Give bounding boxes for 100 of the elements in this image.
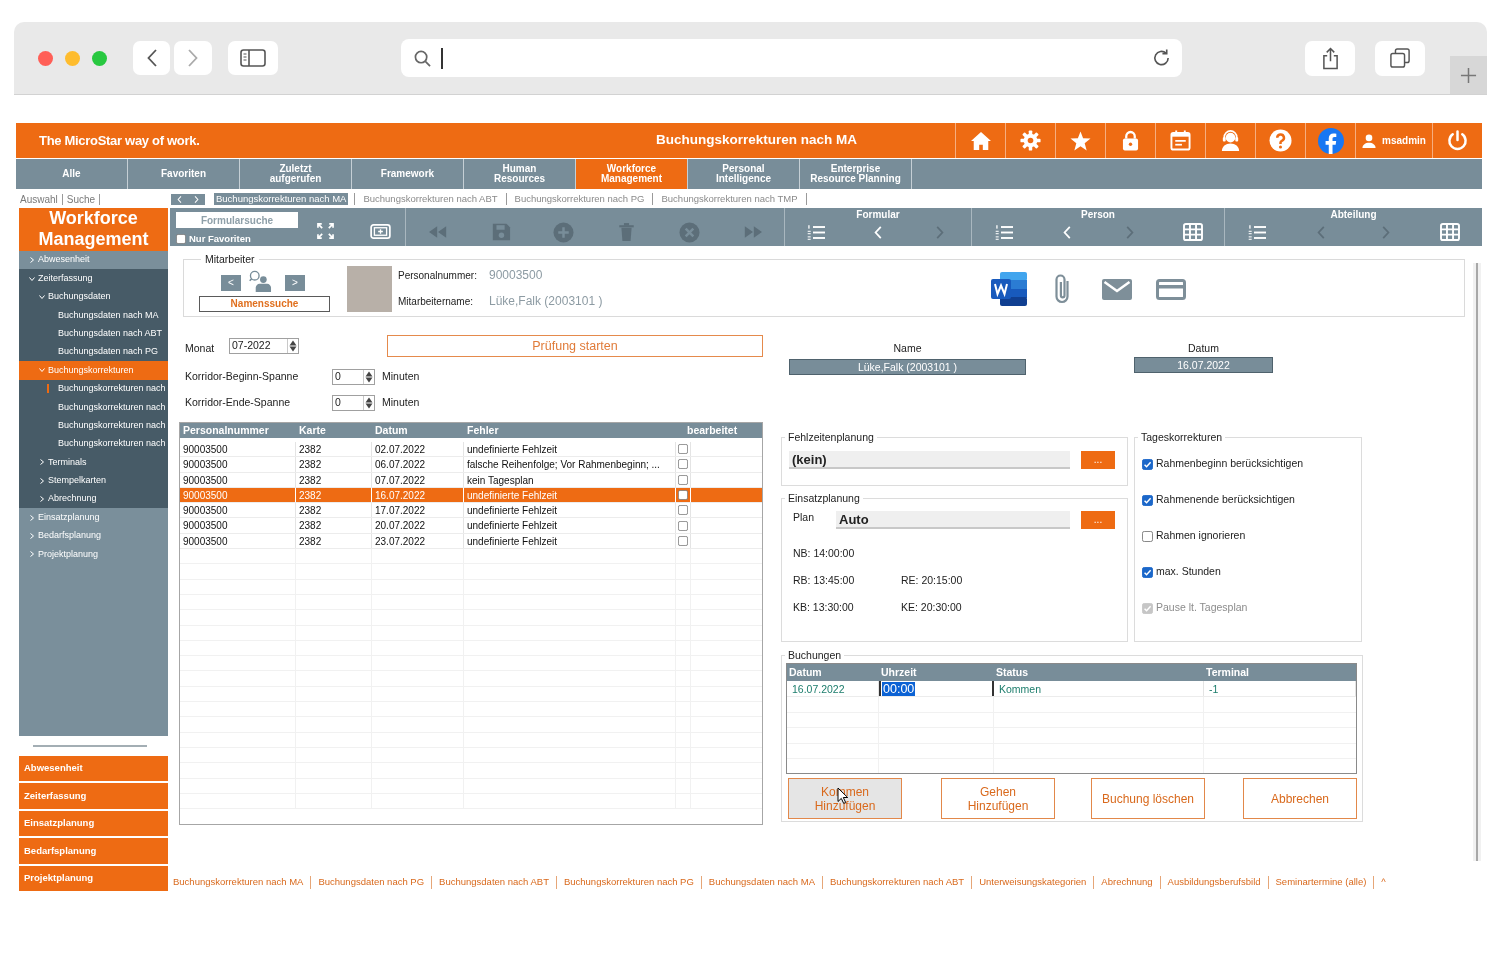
footer-link[interactable]: Unterweisungskategorien — [979, 876, 1087, 888]
table-row[interactable]: 90003500 2382 17.07.2022 undefinierte Fehlzeit — [180, 503, 762, 519]
option-checkbox[interactable] — [1142, 566, 1153, 578]
month-field[interactable]: 07-2022 — [229, 338, 299, 354]
subnav-link[interactable]: Auswahl — [16, 193, 63, 205]
numbered-list-icon[interactable] — [994, 223, 1013, 241]
sidebar-shortcut[interactable]: Projektplanung — [19, 865, 168, 891]
browse-button[interactable]: ... — [1081, 451, 1115, 469]
date-field[interactable]: 16.07.2022 — [1134, 357, 1273, 373]
footer-link[interactable]: Abrechnung — [1101, 876, 1153, 888]
person-search-icon[interactable] — [249, 269, 272, 292]
tree-item[interactable]: Terminals — [19, 453, 168, 472]
document-logo-icon[interactable] — [990, 270, 1028, 308]
grid-icon[interactable] — [1439, 223, 1460, 241]
tree-item[interactable]: Buchungskorrekturen nach — [19, 416, 168, 435]
user-button[interactable]: msadmin — [1355, 123, 1432, 158]
share-button[interactable] — [1305, 40, 1355, 76]
tree-item[interactable]: Buchungskorrekturen — [19, 361, 168, 380]
address-field[interactable] — [401, 39, 1182, 77]
minutes-field[interactable]: 0 — [332, 369, 375, 385]
tabs-button[interactable] — [1375, 40, 1425, 76]
sidebar-shortcut[interactable]: Abwesenheit — [19, 755, 168, 781]
sidebar-shortcut[interactable]: Zeiterfassung — [19, 783, 168, 809]
form-tab[interactable]: Buchungskorrekturen nach PG — [512, 193, 647, 205]
previous-form-button[interactable] — [171, 193, 188, 205]
browse-button[interactable]: ... — [1081, 511, 1115, 529]
table-row[interactable]: 90003500 2382 20.07.2022 undefinierte Fehlzeit — [180, 518, 762, 534]
row-checkbox[interactable] — [678, 505, 688, 516]
tree-item[interactable]: Buchungsdaten nach MA — [19, 306, 168, 325]
new-tab-button[interactable] — [1450, 56, 1487, 94]
footer-link[interactable]: ^ — [1381, 876, 1386, 888]
nav-tab[interactable]: Workforce Management — [576, 159, 688, 189]
form-tab[interactable]: Buchungskorrekturen nach TMP — [659, 193, 800, 205]
subnav-link[interactable]: Suche — [62, 193, 101, 205]
sidebar-shortcut[interactable]: Bedarfsplanung — [19, 838, 168, 864]
spin-down-icon[interactable] — [365, 403, 373, 409]
chevron-down-icon[interactable] — [39, 293, 45, 300]
tree-item[interactable]: Zeiterfassung — [19, 269, 168, 288]
chevron-down-icon[interactable] — [39, 367, 45, 374]
name-search-button[interactable]: Namenssuche — [199, 296, 330, 312]
option-checkbox[interactable] — [1142, 530, 1153, 542]
booking-button[interactable]: Buchung löschen — [1091, 778, 1205, 819]
grid-icon[interactable] — [1182, 223, 1203, 241]
row-checkbox[interactable] — [678, 459, 688, 470]
favorites-checkbox[interactable] — [176, 234, 186, 244]
footer-link[interactable]: Seminartermine (alle) — [1275, 876, 1367, 888]
row-checkbox[interactable] — [678, 444, 688, 455]
footer-link[interactable]: Buchungsdaten nach ABT — [439, 876, 549, 888]
option-checkbox[interactable] — [1142, 494, 1153, 506]
mail-icon[interactable] — [1102, 278, 1132, 300]
scrollbar[interactable] — [1473, 263, 1481, 861]
spin-down-icon[interactable] — [365, 377, 373, 383]
next-employee-button[interactable]: > — [285, 275, 305, 291]
booking-button[interactable]: Gehen Hinzufügen — [941, 778, 1055, 819]
spin-up-icon[interactable] — [365, 371, 373, 377]
time-input-field[interactable]: 00:00 — [879, 681, 994, 696]
row-checkbox[interactable] — [678, 520, 688, 531]
name-field[interactable]: Lüke,Falk (2003101 ) — [789, 359, 1026, 375]
table-row[interactable]: 90003500 2382 06.07.2022 falsche Reihenfolge; Vor Rahmenbeginn; ... — [180, 457, 762, 473]
spin-down-icon[interactable] — [289, 346, 297, 352]
table-row[interactable]: 90003500 2382 02.07.2022 undefinierte Fehlzeit — [180, 442, 762, 458]
sidebar-shortcut[interactable]: Einsatzplanung — [19, 810, 168, 836]
previous-employee-button[interactable]: < — [221, 275, 241, 291]
row-checkbox[interactable] — [678, 474, 688, 485]
spin-up-icon[interactable] — [289, 340, 297, 346]
tree-item[interactable]: Abrechnung — [19, 490, 168, 509]
numbered-list-icon[interactable] — [807, 223, 825, 241]
footer-link[interactable]: Buchungsdaten nach PG — [318, 876, 425, 888]
fullscreen-icon[interactable] — [317, 223, 334, 239]
new-window-icon[interactable] — [370, 224, 391, 239]
minutes-field[interactable]: 0 — [332, 395, 375, 411]
table-row[interactable]: 90003500 2382 07.07.2022 kein Tagesplan — [180, 472, 762, 488]
footer-link[interactable]: Ausbildungsberufsbild — [1167, 876, 1261, 888]
close-window-icon[interactable] — [38, 50, 53, 66]
absence-field[interactable]: (kein) — [789, 451, 1070, 469]
spin-up-icon[interactable] — [365, 397, 373, 403]
option-checkbox[interactable] — [1142, 458, 1153, 470]
footer-link[interactable]: Buchungskorrekturen nach PG — [563, 876, 694, 888]
chevron-down-icon[interactable] — [29, 275, 35, 282]
form-search-field[interactable]: Formularsuche — [176, 212, 298, 228]
footer-link[interactable]: Buchungskorrekturen nach MA — [173, 876, 304, 888]
zoom-window-icon[interactable] — [92, 50, 107, 66]
paperclip-icon[interactable] — [1053, 273, 1071, 305]
forward-button[interactable] — [174, 41, 212, 75]
form-tab[interactable]: Buchungskorrekturen nach ABT — [361, 193, 500, 205]
booking-button[interactable]: Abbrechen — [1243, 778, 1357, 819]
footer-link[interactable]: Buchungsdaten nach MA — [708, 876, 815, 888]
footer-link[interactable]: Buchungskorrekturen nach ABT — [830, 876, 965, 888]
next-form-button[interactable] — [188, 193, 205, 205]
form-tab[interactable]: Buchungskorrekturen nach MA — [214, 193, 349, 205]
plan-field[interactable]: Auto — [836, 511, 1070, 529]
reload-icon[interactable] — [1152, 48, 1171, 68]
card-icon[interactable] — [1156, 278, 1186, 300]
back-button[interactable] — [133, 41, 170, 75]
tree-item[interactable]: Buchungskorrekturen nach — [19, 398, 168, 417]
table-row[interactable]: 90003500 2382 23.07.2022 undefinierte Fehlzeit — [180, 533, 762, 550]
row-checkbox[interactable] — [678, 490, 688, 501]
sidebar-button[interactable] — [228, 41, 278, 75]
start-check-button[interactable]: Prüfung starten — [387, 335, 763, 357]
numbered-list-icon[interactable] — [1248, 223, 1267, 241]
